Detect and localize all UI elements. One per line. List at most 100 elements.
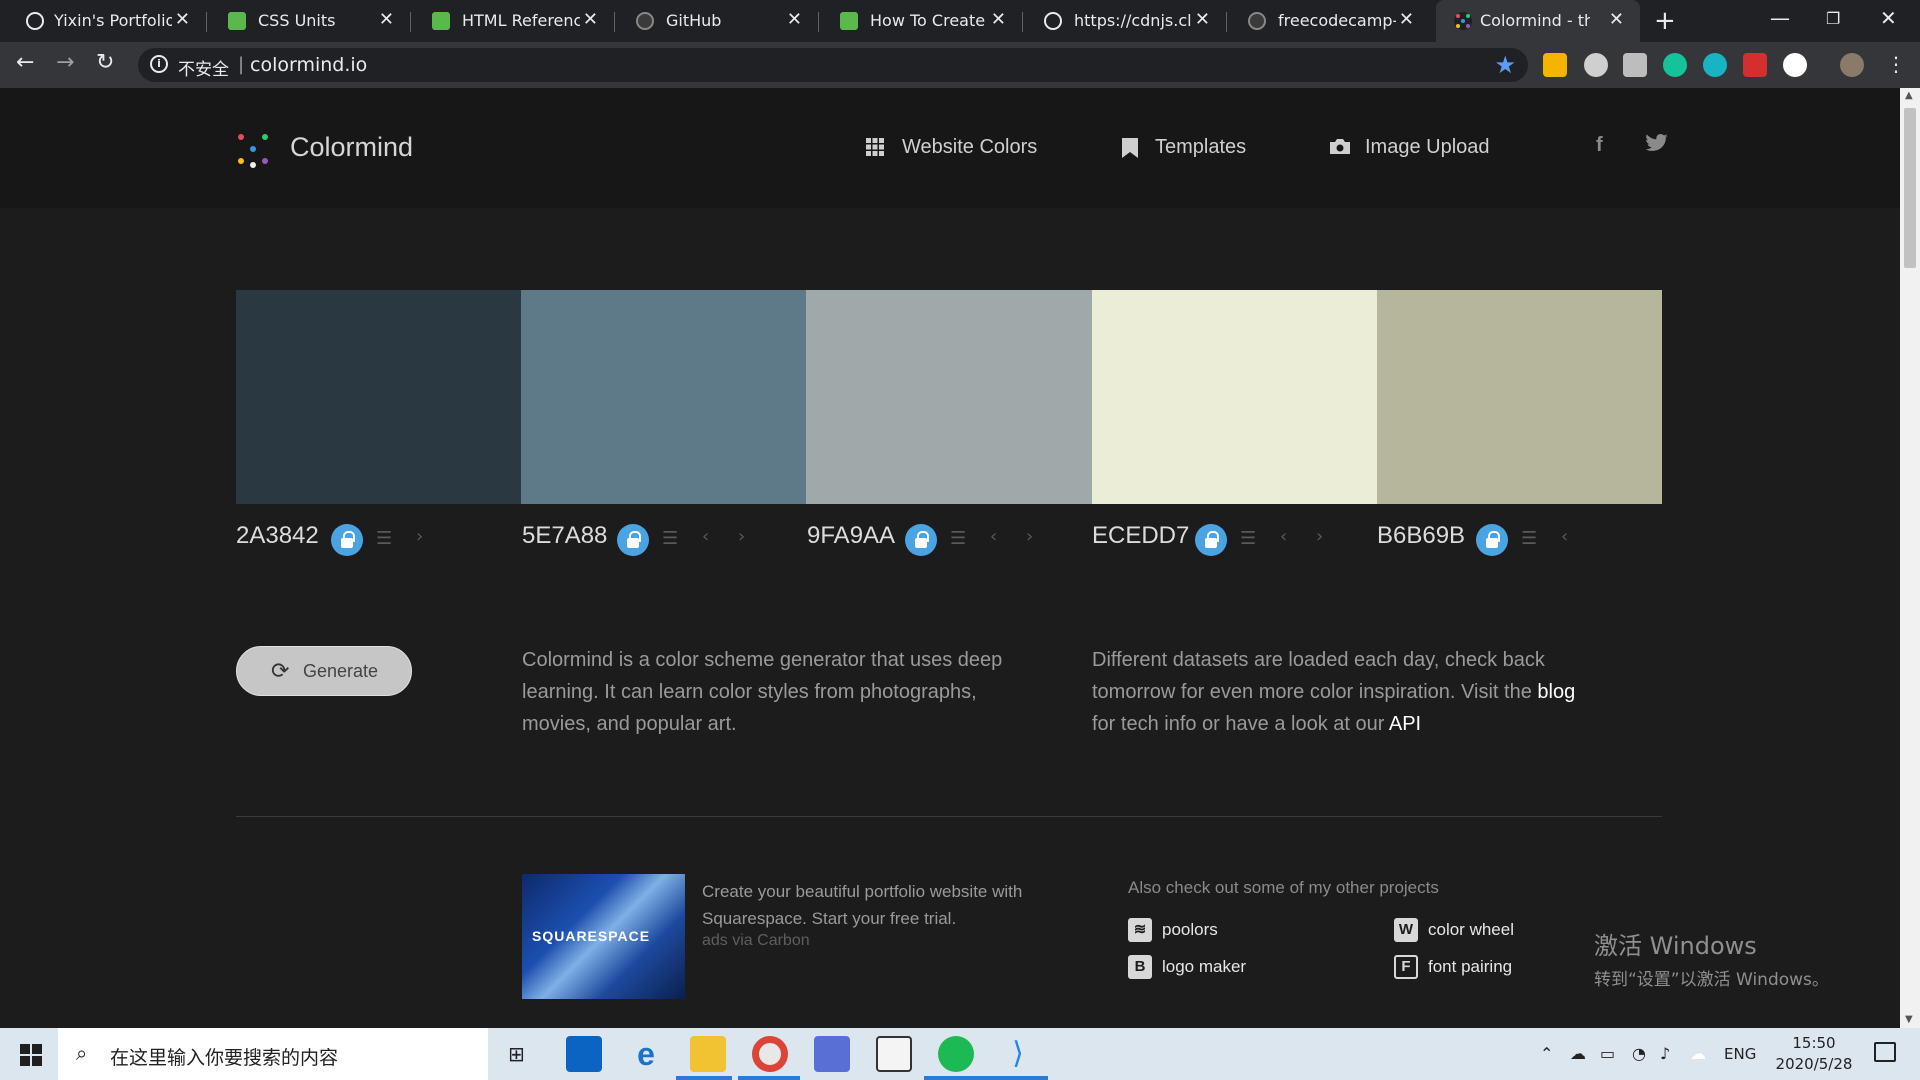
ad-text[interactable]: Create your beautiful portfolio website … bbox=[702, 878, 1062, 932]
extension-icon[interactable] bbox=[1703, 53, 1727, 77]
ads-via-carbon-link[interactable]: ads via Carbon bbox=[702, 932, 810, 950]
edge-icon[interactable]: e bbox=[628, 1036, 664, 1072]
adjust-sliders-icon[interactable]: ☰ bbox=[376, 528, 392, 549]
task-view-icon[interactable]: ⊞ bbox=[508, 1042, 525, 1066]
battery-icon[interactable]: ▭ bbox=[1600, 1044, 1615, 1063]
chevron-right-icon[interactable]: › bbox=[1026, 526, 1033, 547]
close-icon[interactable]: ✕ bbox=[379, 9, 394, 30]
extension-icon[interactable] bbox=[1623, 53, 1647, 77]
colormind-logo-icon[interactable] bbox=[236, 132, 276, 172]
chevron-left-icon[interactable]: ‹ bbox=[990, 526, 997, 547]
chevron-left-icon[interactable]: ‹ bbox=[702, 526, 709, 547]
info-icon[interactable]: i bbox=[150, 55, 168, 73]
color-swatch[interactable] bbox=[1376, 290, 1662, 504]
project-link-color-wheel[interactable]: color wheel bbox=[1428, 920, 1514, 940]
notification-center-icon[interactable] bbox=[1874, 1042, 1896, 1062]
chevron-right-icon[interactable]: › bbox=[1316, 526, 1323, 547]
close-icon[interactable]: ✕ bbox=[1609, 9, 1624, 30]
chevron-left-icon[interactable]: ‹ bbox=[1561, 526, 1568, 547]
tab-how-to-create[interactable]: How To Create a ✕ bbox=[818, 0, 1022, 42]
squarespace-ad-image[interactable]: SQUARESPACE bbox=[522, 874, 685, 999]
extension-icon[interactable] bbox=[1584, 53, 1608, 77]
adjust-sliders-icon[interactable]: ☰ bbox=[950, 528, 966, 549]
project-link-logo-maker[interactable]: logo maker bbox=[1162, 957, 1246, 977]
lock-icon[interactable] bbox=[617, 524, 649, 556]
twitter-icon[interactable] bbox=[1645, 134, 1668, 158]
scrollbar-thumb[interactable] bbox=[1904, 108, 1916, 268]
cloud-icon[interactable]: ☁ bbox=[1690, 1044, 1706, 1063]
wifi-icon[interactable]: ◔ bbox=[1632, 1044, 1646, 1063]
extension-icon[interactable] bbox=[1783, 53, 1807, 77]
system-clock[interactable]: 15:50 2020/5/28 bbox=[1766, 1033, 1862, 1075]
facebook-icon[interactable]: f bbox=[1596, 134, 1603, 157]
project-link-poolors[interactable]: poolors bbox=[1162, 920, 1218, 940]
tab-html-reference[interactable]: HTML Reference ✕ bbox=[410, 0, 614, 42]
language-indicator[interactable]: ENG bbox=[1724, 1045, 1756, 1063]
lock-icon[interactable] bbox=[331, 524, 363, 556]
close-icon[interactable]: ✕ bbox=[175, 9, 190, 30]
scroll-down-arrow-icon[interactable]: ▼ bbox=[1905, 1014, 1913, 1025]
menu-dots-icon[interactable]: ⋮ bbox=[1886, 52, 1906, 76]
tab-colormind[interactable]: Colormind - the ✕ bbox=[1436, 0, 1640, 42]
address-bar[interactable]: i 不安全 | colormind.io ★ bbox=[138, 48, 1528, 82]
chevron-right-icon[interactable]: › bbox=[416, 526, 423, 547]
swatch-hex-label[interactable]: B6B69B bbox=[1377, 522, 1465, 550]
color-swatch[interactable] bbox=[806, 290, 1092, 504]
url-text[interactable]: colormind.io bbox=[250, 54, 367, 76]
close-window-icon[interactable]: ✕ bbox=[1880, 6, 1897, 30]
lock-icon[interactable] bbox=[1476, 524, 1508, 556]
swatch-hex-label[interactable]: 2A3842 bbox=[236, 522, 319, 550]
onedrive-icon[interactable]: ☁ bbox=[1570, 1044, 1586, 1063]
api-link[interactable]: API bbox=[1389, 713, 1421, 735]
windows-start-icon[interactable] bbox=[20, 1044, 42, 1066]
project-link-font-pairing[interactable]: font pairing bbox=[1428, 957, 1512, 977]
volume-icon[interactable]: ♪ bbox=[1660, 1044, 1670, 1063]
restore-icon[interactable]: ❐ bbox=[1826, 9, 1840, 28]
tab-freecodecamp[interactable]: freecodecamp-co ✕ bbox=[1226, 0, 1430, 42]
color-swatch[interactable] bbox=[521, 290, 807, 504]
grammarly-icon[interactable] bbox=[1663, 53, 1687, 77]
extension-icon[interactable] bbox=[1543, 53, 1567, 77]
page-scrollbar[interactable]: ▲ ▼ bbox=[1900, 88, 1920, 1028]
reload-icon[interactable]: ↻ bbox=[96, 50, 114, 75]
color-swatch[interactable] bbox=[236, 290, 522, 504]
profile-avatar[interactable] bbox=[1840, 53, 1864, 77]
security-label[interactable]: 不安全 bbox=[178, 55, 229, 80]
nav-templates[interactable]: Templates bbox=[1155, 136, 1246, 159]
close-icon[interactable]: ✕ bbox=[1399, 9, 1414, 30]
spotify-icon[interactable] bbox=[938, 1036, 974, 1072]
tab-github[interactable]: GitHub ✕ bbox=[614, 0, 818, 42]
bookmark-star-icon[interactable]: ★ bbox=[1494, 51, 1516, 79]
adjust-sliders-icon[interactable]: ☰ bbox=[662, 528, 678, 549]
new-tab-button[interactable]: + bbox=[1654, 6, 1676, 36]
close-icon[interactable]: ✕ bbox=[787, 9, 802, 30]
swatch-hex-label[interactable]: 9FA9AA bbox=[807, 522, 895, 550]
forward-arrow-icon[interactable]: → bbox=[56, 50, 74, 75]
scroll-up-arrow-icon[interactable]: ▲ bbox=[1905, 90, 1913, 101]
extension-icon[interactable] bbox=[1743, 53, 1767, 77]
outlook-icon[interactable] bbox=[566, 1036, 602, 1072]
tray-chevron-up-icon[interactable]: ⌃ bbox=[1540, 1044, 1553, 1063]
lock-icon[interactable] bbox=[905, 524, 937, 556]
swatch-hex-label[interactable]: ECEDD7 bbox=[1092, 522, 1189, 550]
chevron-left-icon[interactable]: ‹ bbox=[1280, 526, 1287, 547]
file-explorer-icon[interactable] bbox=[690, 1036, 726, 1072]
vscode-icon[interactable]: ⟩ bbox=[1000, 1036, 1036, 1072]
tab-cdnjs[interactable]: https://cdnjs.clou ✕ bbox=[1022, 0, 1226, 42]
logo-text[interactable]: Colormind bbox=[290, 132, 413, 163]
vnc-viewer-icon[interactable] bbox=[876, 1036, 912, 1072]
adjust-sliders-icon[interactable]: ☰ bbox=[1521, 528, 1537, 549]
close-icon[interactable]: ✕ bbox=[991, 9, 1006, 30]
close-icon[interactable]: ✕ bbox=[583, 9, 598, 30]
taskbar-search-box[interactable]: ⌕ 在这里输入你要搜索的内容 bbox=[58, 1028, 488, 1080]
nav-image-upload[interactable]: Image Upload bbox=[1365, 136, 1490, 159]
generate-button[interactable]: ⟳ Generate bbox=[236, 646, 412, 696]
adjust-sliders-icon[interactable]: ☰ bbox=[1240, 528, 1256, 549]
swatch-hex-label[interactable]: 5E7A88 bbox=[522, 522, 607, 550]
back-arrow-icon[interactable]: ← bbox=[16, 50, 34, 75]
minimize-icon[interactable]: — bbox=[1770, 6, 1790, 30]
lock-icon[interactable] bbox=[1195, 524, 1227, 556]
close-icon[interactable]: ✕ bbox=[1195, 9, 1210, 30]
chevron-right-icon[interactable]: › bbox=[738, 526, 745, 547]
tab-yixins-portfolio[interactable]: Yixin's Portfolio P ✕ bbox=[0, 0, 206, 42]
